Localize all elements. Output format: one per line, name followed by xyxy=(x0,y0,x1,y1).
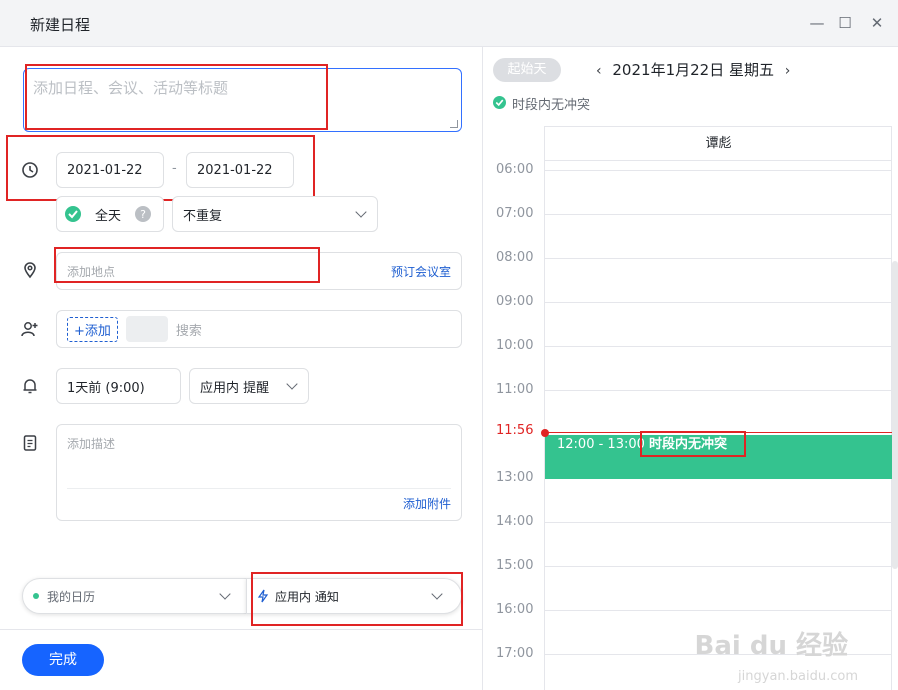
hour-label: 14:00 xyxy=(496,514,534,529)
schedule-panel: 起始天 ‹ 2021年1月22日 星期五 › 时段内无冲突 谭彪 06:00 0… xyxy=(484,47,898,690)
attendee-name: 谭彪 xyxy=(705,136,732,151)
hour-label: 13:00 xyxy=(496,470,534,485)
location-input[interactable]: 添加地点 预订会议室 xyxy=(56,252,462,290)
repeat-value: 不重复 xyxy=(183,208,223,224)
add-user-icon xyxy=(21,322,38,337)
all-day-label: 全天 xyxy=(95,208,122,224)
date-separator: - xyxy=(172,161,177,176)
close-icon[interactable]: ✕ xyxy=(866,12,888,34)
event-label: 时段内无冲突 xyxy=(649,437,728,452)
search-placeholder: 搜索 xyxy=(175,323,202,339)
help-icon[interactable]: ? xyxy=(135,206,152,222)
hour-line xyxy=(545,522,892,523)
event-block[interactable]: 12:00 - 13:00 时段内无冲突 xyxy=(545,435,892,479)
title-bar: 新建日程 — ☐ ✕ xyxy=(0,0,898,47)
check-circle-icon xyxy=(493,96,506,109)
hour-line xyxy=(545,302,892,303)
location-icon xyxy=(24,262,36,279)
notify-value: 应用内 通知 xyxy=(275,589,339,604)
current-time-label: 11:56 xyxy=(496,423,534,438)
minimize-icon[interactable]: — xyxy=(806,12,828,34)
book-room-link[interactable]: 预订会议室 xyxy=(391,263,451,280)
hour-line xyxy=(545,610,892,611)
clock-icon xyxy=(22,162,38,178)
add-attendee-button[interactable]: +添加 xyxy=(67,316,118,342)
date-title: 2021年1月22日 星期五 xyxy=(612,61,774,79)
reminder-type-value: 应用内 提醒 xyxy=(200,380,270,396)
add-attachment-link[interactable]: 添加附件 xyxy=(403,495,451,512)
description-placeholder: 添加描述 xyxy=(67,437,116,451)
schedule-grid xyxy=(544,126,892,690)
done-button[interactable]: 完成 xyxy=(22,644,104,676)
next-day-icon[interactable]: › xyxy=(785,63,791,79)
reminder-value: 1天前 (9:00) xyxy=(67,380,145,396)
reminder-time-select[interactable]: 1天前 (9:00) xyxy=(56,368,181,404)
hour-label: 06:00 xyxy=(496,162,534,177)
check-circle-icon xyxy=(65,206,81,222)
all-day-toggle[interactable]: 全天 ? xyxy=(56,196,164,232)
chevron-down-icon xyxy=(219,588,231,600)
hour-label: 11:00 xyxy=(496,382,534,397)
chevron-down-icon xyxy=(355,206,367,218)
title-placeholder: 添加日程、会议、活动等标题 xyxy=(33,79,229,97)
current-time-dot xyxy=(541,429,549,437)
conflict-status: 时段内无冲突 xyxy=(512,98,591,113)
hour-line xyxy=(545,214,892,215)
attendee-field[interactable]: +添加 搜索 xyxy=(56,310,462,348)
chevron-down-icon xyxy=(431,588,443,600)
current-time-line xyxy=(545,432,892,433)
end-date-field[interactable]: 2021-01-22 xyxy=(186,152,294,188)
attendee-column-header: 谭彪 xyxy=(545,127,892,161)
event-form-panel: 添加日程、会议、活动等标题 2021-01-22 - 2021-01-22 全天… xyxy=(0,47,483,690)
chevron-down-icon xyxy=(286,378,298,390)
document-icon xyxy=(23,435,37,451)
hour-line xyxy=(545,170,892,171)
scrollbar[interactable] xyxy=(892,261,898,569)
event-title-input[interactable]: 添加日程、会议、活动等标题 xyxy=(23,68,462,132)
calendar-color-dot xyxy=(33,593,39,599)
bell-icon xyxy=(23,379,37,394)
hour-label: 10:00 xyxy=(496,338,534,353)
date-navigator: ‹ 2021年1月22日 星期五 › xyxy=(596,59,790,80)
hour-line xyxy=(545,258,892,259)
event-time: 12:00 - 13:00 xyxy=(557,437,645,452)
prev-day-icon[interactable]: ‹ xyxy=(596,63,602,79)
hour-label: 17:00 xyxy=(496,646,534,661)
hour-label: 08:00 xyxy=(496,250,534,265)
calendar-name: 我的日历 xyxy=(47,589,96,604)
lightning-icon xyxy=(257,589,269,603)
hour-label: 15:00 xyxy=(496,558,534,573)
notify-select[interactable]: 应用内 通知 xyxy=(246,578,462,614)
hour-line xyxy=(545,566,892,567)
avatar xyxy=(125,316,168,342)
hour-line xyxy=(545,390,892,391)
start-date-value: 2021-01-22 xyxy=(67,162,143,178)
hour-line xyxy=(545,346,892,347)
window-title: 新建日程 xyxy=(30,16,91,34)
watermark-url: jingyan.baidu.com xyxy=(738,669,858,684)
hour-label: 16:00 xyxy=(496,602,534,617)
svg-text:?: ? xyxy=(140,208,146,221)
description-input[interactable]: 添加描述 添加附件 xyxy=(56,424,462,521)
end-date-value: 2021-01-22 xyxy=(197,162,273,178)
start-day-button[interactable]: 起始天 xyxy=(493,58,561,82)
calendar-select[interactable]: 我的日历 xyxy=(22,578,246,614)
reminder-type-select[interactable]: 应用内 提醒 xyxy=(189,368,309,404)
maximize-icon[interactable]: ☐ xyxy=(834,12,856,34)
location-placeholder: 添加地点 xyxy=(67,264,116,279)
resize-handle-icon[interactable] xyxy=(450,120,458,128)
divider xyxy=(67,488,451,489)
hour-label: 09:00 xyxy=(496,294,534,309)
repeat-select[interactable]: 不重复 xyxy=(172,196,378,232)
watermark-logo: Bai du 经验 xyxy=(694,631,849,661)
divider xyxy=(0,629,483,630)
start-date-field[interactable]: 2021-01-22 xyxy=(56,152,164,188)
hour-label: 07:00 xyxy=(496,206,534,221)
